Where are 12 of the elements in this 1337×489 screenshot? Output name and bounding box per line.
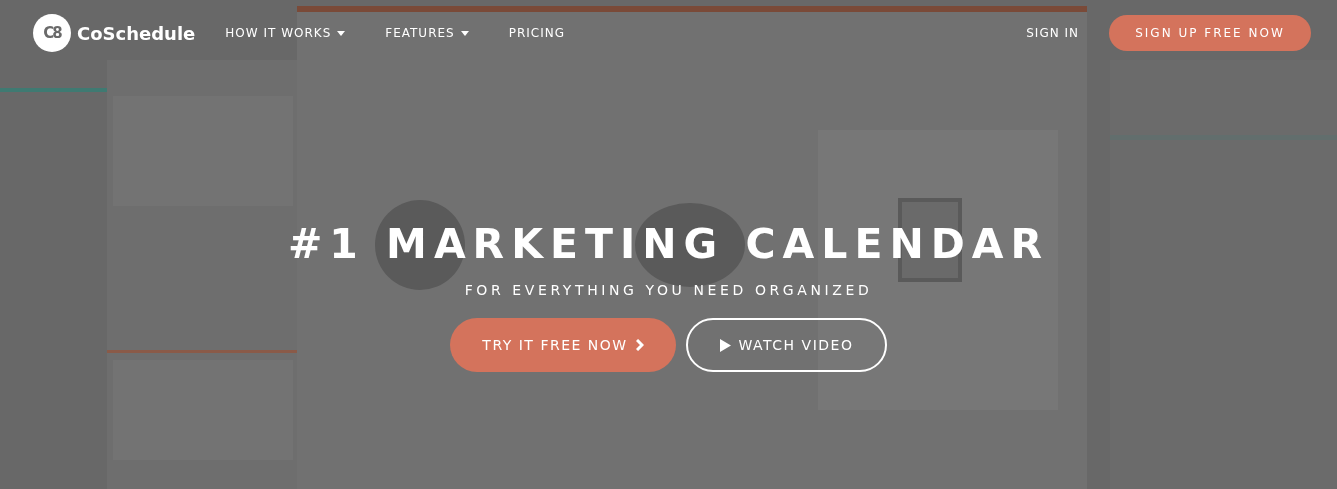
sign-in-link[interactable]: SIGN IN	[1026, 26, 1079, 40]
nav-link[interactable]: FEATURES	[385, 26, 469, 40]
nav-link[interactable]: PRICING	[508, 26, 565, 40]
sign-up-button[interactable]: SIGN UP FREE NOW	[1109, 15, 1311, 51]
hero-subtitle: FOR EVERYTHING YOU NEED ORGANIZED	[464, 282, 873, 298]
chevron-right-icon	[635, 339, 644, 351]
logo-name[interactable]: CoSchedule	[77, 22, 196, 44]
nav-link[interactable]: HOW IT WORKS	[225, 26, 346, 40]
hero-title: #1 MARKETING CALENDAR	[287, 220, 1050, 268]
watch-video-button[interactable]: WATCH VIDEO	[686, 318, 887, 372]
play-icon	[719, 338, 731, 352]
try-free-button[interactable]: TRY IT FREE NOW	[450, 318, 676, 372]
